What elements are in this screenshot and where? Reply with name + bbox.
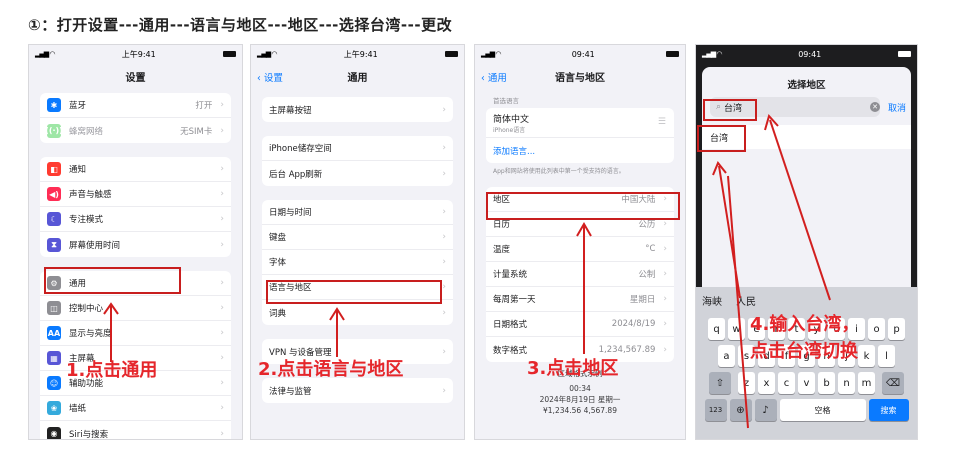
caption-step-4a: 4.输入台湾，	[750, 314, 860, 335]
caption-step-2: 2.点击语言与地区	[258, 359, 404, 380]
caption-step-3: 3.点击地区	[527, 358, 619, 379]
caption-step-1: 1.点击通用	[66, 360, 158, 381]
caption-step-4b: 点击台湾切换	[750, 341, 858, 362]
annotation-arrows	[103, 113, 831, 429]
